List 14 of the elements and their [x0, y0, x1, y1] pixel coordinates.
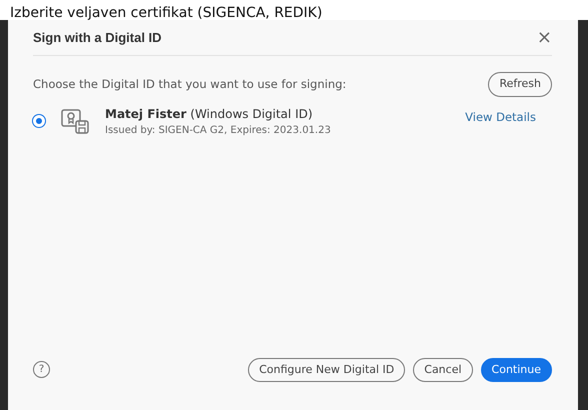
close-button[interactable]: ×: [536, 28, 552, 46]
dialog-button[interactable]: Cancel: [413, 358, 473, 382]
refresh-button[interactable]: Refresh: [488, 72, 552, 96]
issuer-text: Issued by: SIGEN-CA G2, Expires: 2023.01.23: [105, 124, 332, 138]
help-button[interactable]: ?: [33, 361, 50, 378]
continue-button[interactable]: Continue: [480, 358, 552, 382]
dialog-button[interactable]: Configure New Digital ID: [248, 358, 406, 382]
radio-button[interactable]: [33, 115, 45, 127]
digital-id-name: Matej Fister (Windows Digital ID): [105, 106, 314, 122]
certificate-icon: [61, 108, 89, 134]
view-details-link[interactable]: View Details: [465, 108, 536, 126]
dialog-title: Sign with a Digital ID: [33, 28, 162, 47]
prompt-text: Choose the Digital ID that you want to use for signing:: [33, 76, 346, 93]
caption-text: Izberite veljaven certifikat (SIGENCA, REDIK): [10, 6, 322, 20]
